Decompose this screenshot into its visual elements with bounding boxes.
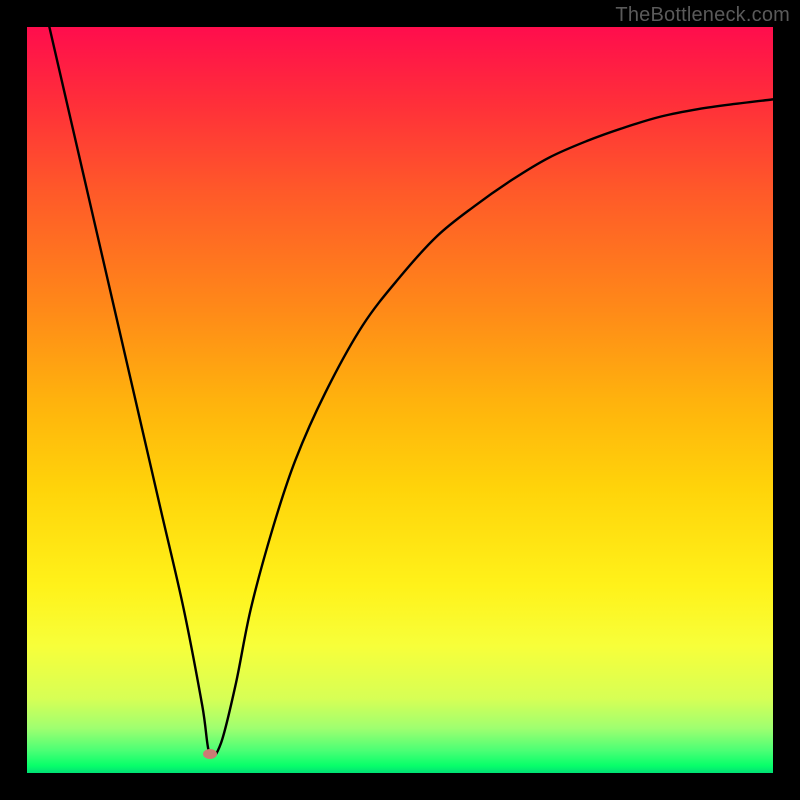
bottleneck-curve [27,27,773,773]
minimum-marker [203,749,217,759]
plot-area [27,27,773,773]
chart-frame: TheBottleneck.com [0,0,800,800]
watermark-text: TheBottleneck.com [615,4,790,27]
